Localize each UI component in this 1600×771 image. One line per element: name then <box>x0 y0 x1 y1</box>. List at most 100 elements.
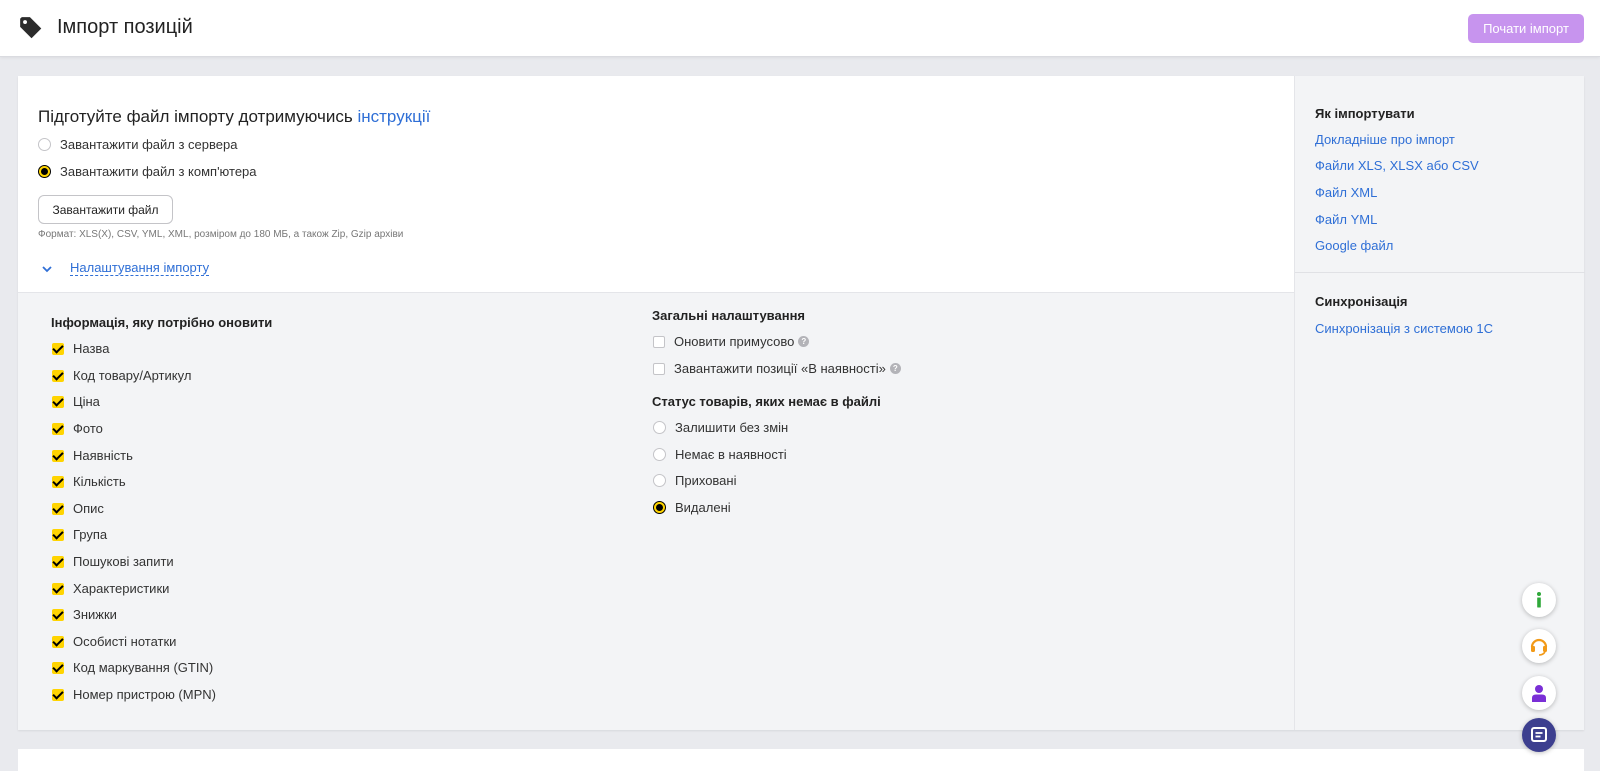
update-characteristics-checkbox[interactable] <box>52 582 64 595</box>
update-search-queries-checkbox[interactable] <box>52 555 64 568</box>
update-group-option[interactable]: Група <box>52 527 107 542</box>
import-card: Підготуйте файл імпорту дотримуючись інс… <box>18 76 1585 730</box>
update-photo-label: Фото <box>73 421 103 436</box>
info-button[interactable] <box>1522 583 1556 617</box>
update-notes-label: Особисті нотатки <box>73 634 177 649</box>
source-server-label: Завантажити файл з сервера <box>60 137 238 152</box>
force-update-option[interactable]: Оновити примусово ? <box>653 334 810 349</box>
xls-csv-link[interactable]: Файли XLS, XLSX або CSV <box>1315 158 1479 173</box>
help-icon[interactable]: ? <box>889 363 901 374</box>
update-quantity-checkbox[interactable] <box>52 475 64 488</box>
xml-link[interactable]: Файл XML <box>1315 185 1377 200</box>
chat-icon <box>1531 727 1547 742</box>
update-name-option[interactable]: Назва <box>52 341 109 356</box>
status-out-of-stock-option[interactable]: Немає в наявності <box>653 447 787 462</box>
update-search-queries-option[interactable]: Пошукові запити <box>52 554 174 569</box>
status-unchanged-label: Залишити без змін <box>675 420 789 435</box>
update-notes-checkbox[interactable] <box>52 635 64 648</box>
status-out-of-stock-label: Немає в наявності <box>675 447 787 462</box>
update-search-queries-label: Пошукові запити <box>73 554 174 569</box>
force-update-label: Оновити примусово <box>674 334 795 349</box>
how-to-import-title: Як імпортувати <box>1315 106 1415 121</box>
import-details-link[interactable]: Докладніше про імпорт <box>1315 132 1455 147</box>
update-info-title: Інформація, яку потрібно оновити <box>51 315 273 330</box>
update-availability-label: Наявність <box>73 448 133 463</box>
source-computer-radio[interactable] <box>38 165 51 178</box>
status-deleted-option[interactable]: Видалені <box>653 500 731 515</box>
import-settings-toggle[interactable]: Налаштування імпорту <box>40 261 210 276</box>
support-button[interactable] <box>1522 629 1556 663</box>
update-quantity-option[interactable]: Кількість <box>52 474 126 489</box>
top-bar: Імпорт позицій Почати імпорт <box>0 0 1600 57</box>
update-sku-label: Код товару/Артикул <box>73 368 192 383</box>
update-group-label: Група <box>73 527 108 542</box>
status-deleted-label: Видалені <box>675 500 731 515</box>
instructions-link[interactable]: інструкції <box>357 107 430 126</box>
update-mpn-label: Номер пристрою (MPN) <box>73 687 216 702</box>
import-heading-text: Підготуйте файл імпорту дотримуючись <box>38 107 358 126</box>
upload-file-button[interactable]: Завантажити файл <box>38 195 173 224</box>
load-in-stock-option[interactable]: Завантажити позиції «В наявності» ? <box>653 361 901 376</box>
source-server-radio[interactable] <box>38 138 51 151</box>
next-card <box>18 749 1584 771</box>
update-name-checkbox[interactable] <box>52 342 64 355</box>
update-discounts-label: Знижки <box>73 607 117 622</box>
update-group-checkbox[interactable] <box>52 528 64 541</box>
update-discounts-option[interactable]: Знижки <box>52 607 117 622</box>
chat-button[interactable] <box>1522 718 1556 752</box>
status-out-of-stock-radio[interactable] <box>653 448 666 461</box>
import-heading: Підготуйте файл імпорту дотримуючись інс… <box>38 107 430 127</box>
update-price-checkbox[interactable] <box>52 395 64 408</box>
update-mpn-checkbox[interactable] <box>52 688 64 701</box>
status-unchanged-radio[interactable] <box>653 421 666 434</box>
user-icon <box>1532 685 1546 702</box>
page-title: Імпорт позицій <box>57 16 193 38</box>
start-import-button[interactable]: Почати імпорт <box>1468 14 1584 43</box>
update-photo-option[interactable]: Фото <box>52 421 103 436</box>
update-characteristics-option[interactable]: Характеристики <box>52 581 169 596</box>
status-hidden-radio[interactable] <box>653 474 666 487</box>
update-price-option[interactable]: Ціна <box>52 394 100 409</box>
missing-status-title: Статус товарів, яких немає в файлі <box>652 394 881 409</box>
update-description-label: Опис <box>73 501 104 516</box>
sync-1c-link[interactable]: Синхронізація з системою 1С <box>1315 321 1493 336</box>
update-mpn-option[interactable]: Номер пристрою (MPN) <box>52 687 216 702</box>
update-availability-checkbox[interactable] <box>52 449 64 462</box>
import-main: Підготуйте файл імпорту дотримуючись інс… <box>18 76 1294 730</box>
update-description-checkbox[interactable] <box>52 502 64 515</box>
import-source-section: Підготуйте файл імпорту дотримуючись інс… <box>18 76 1294 292</box>
format-note: Формат: XLS(X), CSV, YML, XML, розміром … <box>38 229 404 240</box>
yml-link[interactable]: Файл YML <box>1315 212 1377 227</box>
status-hidden-option[interactable]: Приховані <box>653 473 736 488</box>
update-sku-checkbox[interactable] <box>52 369 64 382</box>
sync-title: Синхронізація <box>1315 294 1408 309</box>
status-deleted-radio[interactable] <box>653 501 666 514</box>
update-gtin-option[interactable]: Код маркування (GTIN) <box>52 660 213 675</box>
update-sku-option[interactable]: Код товару/Артикул <box>52 368 191 383</box>
headset-icon <box>1530 638 1548 656</box>
tag-icon <box>20 17 42 39</box>
source-server-option[interactable]: Завантажити файл з сервера <box>38 137 237 152</box>
update-discounts-checkbox[interactable] <box>52 608 64 621</box>
update-notes-option[interactable]: Особисті нотатки <box>52 634 176 649</box>
update-characteristics-label: Характеристики <box>73 581 170 596</box>
manager-button[interactable] <box>1522 676 1556 710</box>
update-price-label: Ціна <box>73 394 100 409</box>
update-availability-option[interactable]: Наявність <box>52 448 133 463</box>
force-update-checkbox[interactable] <box>653 335 665 348</box>
status-hidden-label: Приховані <box>675 473 737 488</box>
source-computer-label: Завантажити файл з комп'ютера <box>60 164 257 179</box>
update-gtin-label: Код маркування (GTIN) <box>73 660 214 675</box>
update-name-label: Назва <box>73 341 110 356</box>
status-unchanged-option[interactable]: Залишити без змін <box>653 420 788 435</box>
import-settings-panel: Інформація, яку потрібно оновити Назва К… <box>18 292 1294 730</box>
help-icon[interactable]: ? <box>798 336 810 347</box>
update-gtin-checkbox[interactable] <box>52 661 64 674</box>
load-in-stock-checkbox[interactable] <box>653 362 665 375</box>
chevron-down-icon <box>42 265 52 272</box>
google-file-link[interactable]: Google файл <box>1315 238 1393 253</box>
load-in-stock-label: Завантажити позиції «В наявності» <box>674 361 886 376</box>
update-photo-checkbox[interactable] <box>52 422 64 435</box>
source-computer-option[interactable]: Завантажити файл з комп'ютера <box>38 164 257 179</box>
update-description-option[interactable]: Опис <box>52 501 104 516</box>
